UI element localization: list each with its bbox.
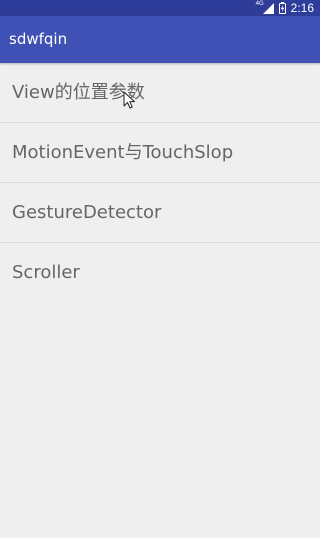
status-time: 2:16 (290, 1, 314, 15)
list-item-label: GestureDetector (12, 202, 162, 223)
list-item-gesturedetector[interactable]: GestureDetector (0, 183, 320, 243)
app-title: sdwfqin (9, 30, 68, 48)
battery-icon (278, 0, 286, 18)
mouse-pointer-icon (123, 91, 137, 109)
list-item-label: Scroller (12, 262, 80, 283)
app-bar: sdwfqin (0, 16, 320, 63)
list-item-view-position[interactable]: View的位置参数 (0, 63, 320, 123)
network-type-label: 4G (255, 1, 264, 7)
list-item-scroller[interactable]: Scroller (0, 243, 320, 302)
menu-list: View的位置参数 MotionEvent与TouchSlop GestureD… (0, 63, 320, 302)
status-bar: 4G 2:16 (0, 0, 320, 16)
status-icons: 4G 2:16 (256, 0, 314, 16)
list-item-label: MotionEvent与TouchSlop (12, 142, 234, 163)
list-item-motionevent[interactable]: MotionEvent与TouchSlop (0, 123, 320, 183)
signal-icon (262, 0, 274, 18)
